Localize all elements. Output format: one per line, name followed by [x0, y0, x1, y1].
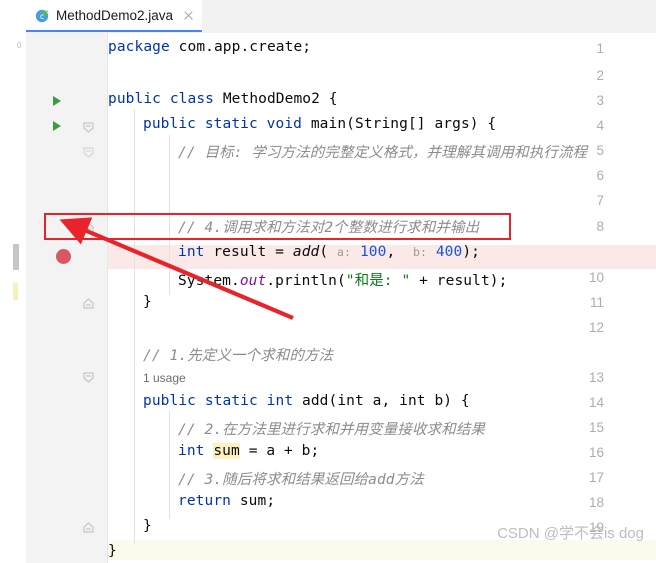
indent-guide [134, 109, 135, 544]
annotation-marker: 0 [17, 41, 22, 50]
code-line-9: System.out.println("和是: " + result); [178, 269, 507, 290]
editor-tab-methoddemo2[interactable]: c MethodDemo2.java [26, 0, 203, 32]
code-line-16: // 3.随后将求和结果返回给add方法 [178, 472, 424, 488]
breakpoint-line-8[interactable] [56, 249, 71, 264]
indent-guide [169, 411, 170, 519]
tab-label: MethodDemo2.java [56, 7, 174, 23]
scrollbar-warning-marker[interactable] [13, 283, 18, 300]
indent-guide [169, 135, 170, 295]
code-editor[interactable]: 0 1 2 3 4 5 6 7 8 9 10 11 12 13 14 15 16… [0, 33, 656, 563]
keyword-return: return [178, 493, 231, 509]
variable-result: result [213, 244, 267, 260]
run-class-icon[interactable] [51, 95, 63, 107]
keyword-class: class [169, 91, 214, 107]
code-line-15: int sum = a + b; [178, 443, 319, 459]
sum-expression: = a + b; [248, 443, 320, 459]
code-line-19: } [108, 543, 117, 559]
code-line-7: // 4.调用求和方法对2个整数进行求和并输出 [178, 220, 480, 236]
param-hint-a: a: [337, 245, 352, 259]
argument-b: 400 [435, 244, 463, 260]
java-class-icon: c [35, 8, 50, 23]
code-line-1: package com.app.create; [108, 39, 311, 55]
variable-sum-highlighted: sum [213, 443, 240, 459]
method-signature-add: add(int a, int b) { [302, 393, 470, 409]
usage-inlay-hint[interactable]: 1 usage [143, 371, 186, 385]
field-out: out [239, 273, 267, 289]
keyword-public: public [143, 393, 196, 409]
return-value: sum; [239, 493, 276, 509]
keyword-static: static [204, 116, 258, 132]
class-name: MethodDemo2 [222, 91, 320, 107]
editor-tab-bar: c MethodDemo2.java [0, 0, 656, 34]
code-line-12: // 1.先定义一个求和的方法 [143, 348, 334, 364]
keyword-void: void [266, 116, 302, 132]
param-hint-b: b: [412, 245, 427, 259]
method-name-main: main [310, 116, 347, 132]
method-call-add: add [292, 244, 320, 260]
svg-text:c: c [40, 12, 44, 21]
argument-a: 100 [359, 244, 387, 260]
vertical-scrollbar-thumb[interactable] [13, 244, 19, 270]
code-line-17: return sum; [178, 493, 275, 509]
code-line-18: } [143, 518, 152, 534]
fold-collapse-icon[interactable] [82, 121, 95, 134]
code-line-5: // 目标: 学习方法的完整定义格式，并理解其调用和执行流程 [178, 145, 588, 161]
fold-collapse-icon[interactable] [82, 371, 95, 384]
println-tail: + result); [410, 273, 508, 289]
csdn-watermark: CSDN @学不会is dog [497, 525, 644, 542]
keyword-int: int [178, 244, 205, 260]
editor-annotation-strip: 0 [0, 33, 27, 563]
code-line-13: public static int add(int a, int b) { [143, 393, 470, 409]
keyword-int: int [266, 393, 294, 409]
ide-editor-window: c MethodDemo2.java 0 1 2 3 4 5 6 7 8 9 1… [0, 0, 656, 563]
main-params: (String[] args) { [346, 116, 497, 132]
close-icon[interactable] [182, 9, 195, 22]
keyword-static: static [204, 393, 258, 409]
run-method-icon[interactable] [51, 120, 63, 132]
code-content[interactable]: package com.app.create; public class Met… [108, 33, 656, 563]
keyword-public: public [108, 91, 161, 107]
code-line-10: } [143, 294, 152, 310]
string-literal: "和是: " [345, 273, 411, 289]
editor-gutter[interactable] [26, 33, 108, 563]
code-line-4: public static void main(String[] args) { [143, 116, 496, 132]
keyword-public: public [143, 116, 196, 132]
fold-collapse-icon[interactable] [82, 146, 95, 159]
keyword-package: package [108, 39, 170, 55]
fold-collapse-icon[interactable] [82, 521, 95, 534]
current-line-highlight [108, 540, 656, 560]
tab-bar-left-stub [0, 0, 27, 33]
package-name: com.app.create; [178, 39, 312, 55]
keyword-int: int [178, 443, 205, 459]
code-line-3: public class MethodDemo2 { [108, 91, 338, 107]
system-ref: System. [178, 273, 240, 289]
fold-collapse-icon[interactable] [82, 221, 95, 234]
code-line-8: int result = add( a: 100, b: 400); [178, 244, 481, 260]
println-call: .println( [266, 273, 346, 289]
assign-operator: = [275, 244, 285, 260]
code-line-14: // 2.在方法里进行求和并用变量接收求和结果 [178, 422, 485, 438]
fold-collapse-icon[interactable] [82, 297, 95, 310]
